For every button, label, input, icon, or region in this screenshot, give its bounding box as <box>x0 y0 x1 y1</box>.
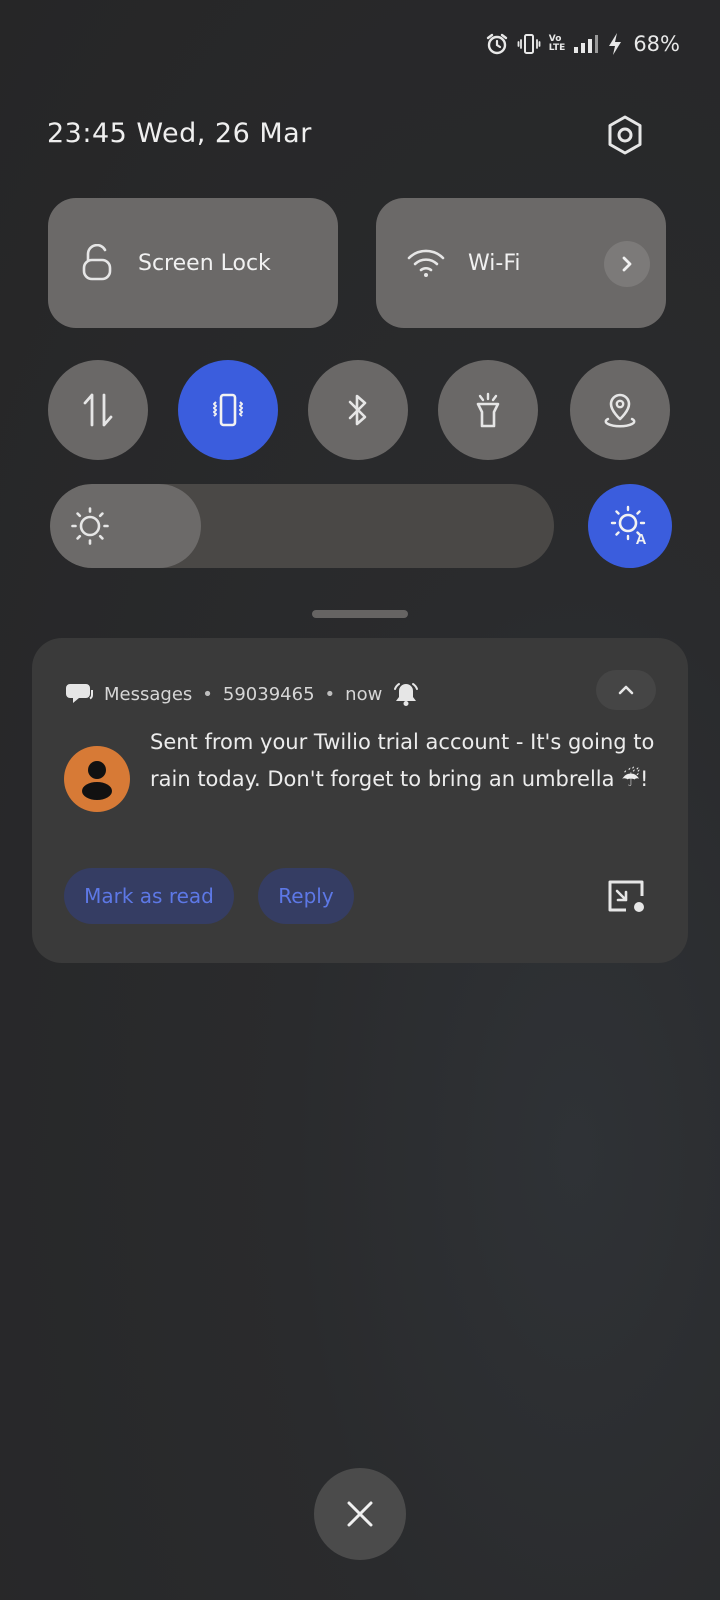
bluetooth-toggle[interactable] <box>308 360 408 460</box>
wifi-details-button[interactable] <box>604 241 650 287</box>
screen-lock-label: Screen Lock <box>138 250 271 276</box>
chevron-up-icon <box>618 685 634 695</box>
collapse-notification-button[interactable] <box>596 670 656 710</box>
location-icon <box>604 393 636 428</box>
close-panel-button[interactable] <box>314 1468 406 1560</box>
vibrate-icon <box>517 34 541 54</box>
vibrate-icon <box>213 393 243 427</box>
bluetooth-icon <box>348 394 367 426</box>
wifi-tile[interactable]: Wi-Fi <box>376 198 666 328</box>
battery-percentage: 68% <box>633 32 680 56</box>
volte-label-bottom: LTE <box>548 43 566 53</box>
flashlight-toggle[interactable] <box>438 360 538 460</box>
settings-gear-icon <box>608 115 642 155</box>
status-bar: Vo LTE 68% <box>485 28 680 60</box>
flashlight-icon <box>476 392 500 428</box>
location-toggle[interactable] <box>570 360 670 460</box>
settings-button[interactable] <box>604 114 646 156</box>
volte-icon: Vo LTE <box>549 35 566 53</box>
lock-icon <box>82 244 112 281</box>
mobile-data-toggle[interactable] <box>48 360 148 460</box>
avatar <box>64 746 130 812</box>
date-time: 23:45 Wed, 26 Mar <box>47 118 312 149</box>
charging-icon <box>609 33 622 55</box>
brightness-sun-icon <box>71 507 109 545</box>
notification-message: Sent from your Twilio trial account - It… <box>150 730 655 791</box>
popup-view-icon[interactable] <box>606 878 646 914</box>
wifi-label: Wi-Fi <box>468 250 521 276</box>
notification-app-name: Messages <box>104 683 193 705</box>
chat-bubble-icon <box>66 684 94 703</box>
reply-button[interactable]: Reply <box>258 868 354 924</box>
notification-sender: 59039465 <box>222 683 315 705</box>
message-notification[interactable]: Messages • 59039465 • now Sent from your… <box>32 638 688 963</box>
svg-text:A: A <box>636 531 647 548</box>
screen-lock-tile[interactable]: Screen Lock <box>48 198 338 328</box>
notification-header: Messages • 59039465 • now <box>66 678 420 710</box>
close-icon <box>347 1501 373 1527</box>
alarm-icon <box>486 33 507 55</box>
data-arrows-icon <box>83 393 113 427</box>
wifi-icon <box>407 249 445 277</box>
header-separator: • <box>324 683 336 705</box>
brightness-slider[interactable] <box>50 484 554 568</box>
chevron-right-icon <box>622 256 632 272</box>
mark-as-read-button[interactable]: Mark as read <box>64 868 234 924</box>
header-separator: • <box>202 683 213 705</box>
auto-brightness-button[interactable]: A <box>588 484 672 568</box>
notification-time: now <box>345 683 383 705</box>
alert-bell-icon <box>394 683 419 706</box>
person-icon <box>82 761 112 800</box>
auto-brightness-icon: A <box>610 505 647 548</box>
panel-drag-handle[interactable] <box>312 610 408 618</box>
vibrate-toggle[interactable] <box>178 360 278 460</box>
signal-icon <box>574 35 599 53</box>
